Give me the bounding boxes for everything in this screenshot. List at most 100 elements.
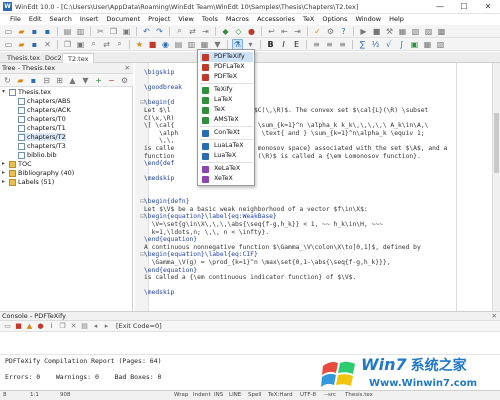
print-icon[interactable]: ▤ xyxy=(62,26,73,37)
italic-icon[interactable]: I xyxy=(278,39,289,50)
bookmark-next-icon[interactable]: ◇ xyxy=(233,26,244,37)
tex-log-icon[interactable]: ▤ xyxy=(173,39,184,50)
tree-item-ack[interactable]: chapters/ACK xyxy=(18,106,71,114)
tree-item-t0[interactable]: chapters/T0 xyxy=(18,115,66,123)
tree-item-t1[interactable]: chapters/T1 xyxy=(18,124,66,132)
window-cascade-icon[interactable]: ▩ xyxy=(436,26,447,37)
chevron-down-icon[interactable]: ▾ xyxy=(245,39,256,50)
save-all-icon[interactable]: ▪ xyxy=(42,26,53,37)
status-spell[interactable]: Spell xyxy=(248,391,261,400)
tree-collapse-icon[interactable]: ⊟ xyxy=(41,75,52,86)
tex-open-icon[interactable]: ▰ xyxy=(16,39,27,50)
tex-paste-icon[interactable]: ▣ xyxy=(75,39,86,50)
menu-item-xetex[interactable]: XeTeX xyxy=(200,174,253,184)
tree-expand-icon[interactable]: ⊞ xyxy=(54,75,65,86)
bookmark-icon[interactable]: ◆ xyxy=(220,26,231,37)
menu-item-latex[interactable]: LaTeX xyxy=(200,95,253,105)
pdftexify-dropdown-button[interactable]: ⚗ xyxy=(232,38,243,50)
sqrt-icon[interactable]: √ xyxy=(383,39,394,50)
menu-item-xelatex[interactable]: XeLaTeX xyxy=(200,164,253,174)
tree-item-biblio[interactable]: biblio.bib xyxy=(18,151,57,159)
status-indent[interactable]: Indent xyxy=(193,391,211,400)
chevron-right-icon[interactable]: ▸ xyxy=(2,178,8,186)
menu-item-context[interactable]: ConTeXt xyxy=(200,128,253,138)
tab-t2[interactable]: T2.tex xyxy=(62,53,95,63)
table-icon[interactable]: ▦ xyxy=(422,39,433,50)
menu-accessories[interactable]: Accessories xyxy=(253,14,299,25)
tree-item-labels[interactable]: ▸ Labels (51) xyxy=(2,178,54,186)
goto-icon[interactable]: ⇥ xyxy=(200,26,211,37)
tab-thesis[interactable]: Thesis.tex xyxy=(2,53,45,63)
menu-window[interactable]: Window xyxy=(351,14,385,25)
help-icon[interactable]: ? xyxy=(338,26,349,37)
math-icon[interactable]: ∑ xyxy=(357,39,368,50)
status-ins[interactable]: INS xyxy=(214,391,223,400)
align-right-icon[interactable]: ≡ xyxy=(337,39,348,50)
save-icon[interactable]: ▪ xyxy=(29,26,40,37)
menu-item-texify[interactable]: TeXify xyxy=(200,85,253,95)
tex-new-icon[interactable]: ▭ xyxy=(3,39,14,50)
menu-item-pdflatex[interactable]: PDFLaTeX xyxy=(200,62,253,72)
console-warning-icon[interactable]: ▲ xyxy=(25,322,34,331)
macro-icon[interactable]: ▶ xyxy=(358,26,369,37)
cut-icon[interactable]: ✂ xyxy=(95,26,106,37)
console-error-icon[interactable]: ● xyxy=(36,322,45,331)
console-clear-icon[interactable]: ✕ xyxy=(69,322,78,331)
tree-item-toc[interactable]: ▸ TOC xyxy=(2,160,32,168)
menu-insert[interactable]: Insert xyxy=(76,14,103,25)
console-log-icon[interactable]: ▤ xyxy=(80,322,89,331)
tree-item-thesis[interactable]: ▾ Thesis.tex xyxy=(2,88,51,96)
window-tile-icon[interactable]: ▨ xyxy=(423,26,434,37)
tree-add-icon[interactable]: + xyxy=(93,75,104,86)
tree-item-t3[interactable]: chapters/T3 xyxy=(18,142,66,150)
menu-view[interactable]: View xyxy=(174,14,197,25)
print-preview-icon[interactable]: ▥ xyxy=(75,26,86,37)
scrollbar-thumb[interactable] xyxy=(494,113,499,173)
menu-item-tex[interactable]: TeX xyxy=(200,105,253,115)
undo-icon[interactable]: ↶ xyxy=(141,26,152,37)
console-prev-icon[interactable]: ◂ xyxy=(91,322,100,331)
layout-icon[interactable]: ▧ xyxy=(410,26,421,37)
macro-record-icon[interactable]: ■ xyxy=(371,26,382,37)
tree-refresh-icon[interactable]: ↻ xyxy=(2,75,13,86)
explorer-icon[interactable]: ▦ xyxy=(397,26,408,37)
close-icon[interactable]: ✕ xyxy=(125,63,130,74)
spell-icon[interactable]: ✓ xyxy=(312,26,323,37)
menu-document[interactable]: Document xyxy=(102,14,144,25)
chevron-right-icon[interactable]: ▸ xyxy=(2,169,8,177)
find-icon[interactable]: ⌕ xyxy=(174,26,185,37)
menu-item-amstex[interactable]: AMSTeX xyxy=(200,115,253,125)
replace-icon[interactable]: ⇄ xyxy=(187,26,198,37)
menu-item-luatex[interactable]: LuaTeX xyxy=(200,151,253,161)
tree-options-icon[interactable]: ⚙ xyxy=(119,75,130,86)
console-doc-icon[interactable]: ▭ xyxy=(3,322,12,331)
minimize-button[interactable]: — xyxy=(428,0,452,14)
menu-edit[interactable]: Edit xyxy=(25,14,46,25)
menu-item-pdftex[interactable]: PDFTeX xyxy=(200,72,253,82)
menu-file[interactable]: File xyxy=(6,14,25,25)
tree-up-icon[interactable]: ▲ xyxy=(67,75,78,86)
menu-item-pdftexify[interactable]: PDFTeXify xyxy=(200,52,253,62)
wrap-icon[interactable]: ↩ xyxy=(266,26,277,37)
tree-folder-icon[interactable]: ▰ xyxy=(15,75,26,86)
marker-icon[interactable]: ● xyxy=(246,26,257,37)
align-center-icon[interactable]: ≡ xyxy=(324,39,335,50)
close-button[interactable]: ✕ xyxy=(476,0,500,14)
menu-help[interactable]: Help xyxy=(385,14,408,25)
tex-bib-icon[interactable]: ▥ xyxy=(186,39,197,50)
integral-icon[interactable]: ∫ xyxy=(396,39,407,50)
copy-icon[interactable]: ❐ xyxy=(108,26,119,37)
menu-search[interactable]: Search xyxy=(45,14,75,25)
tree-remove-icon[interactable]: − xyxy=(106,75,117,86)
tree-down-icon[interactable]: ▼ xyxy=(80,75,91,86)
close-icon[interactable]: ✕ xyxy=(492,312,497,321)
tree-save-icon[interactable]: ▪ xyxy=(28,75,39,86)
bold-icon[interactable]: B xyxy=(265,39,276,50)
tex-copy-icon[interactable]: ❐ xyxy=(62,39,73,50)
console-next-icon[interactable]: ▸ xyxy=(102,322,111,331)
options-icon[interactable]: ⚙ xyxy=(325,26,336,37)
tex-close-icon[interactable]: ✕ xyxy=(42,39,53,50)
status-encoding[interactable]: UTF-8 xyxy=(300,391,316,400)
status-file-mode[interactable]: TeX:Hard xyxy=(268,391,293,400)
tex-replace-icon[interactable]: ⇄ xyxy=(101,39,112,50)
